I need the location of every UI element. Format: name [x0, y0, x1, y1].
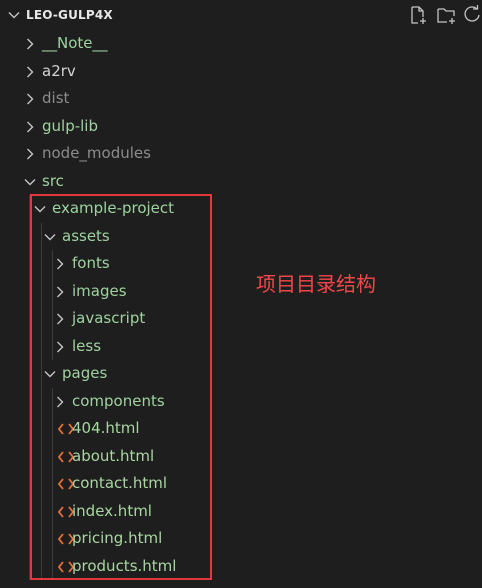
explorer-header[interactable]: LEO-GULP4X — [0, 0, 482, 30]
tree-item-label: __Note__ — [42, 34, 108, 52]
chevron-down-icon[interactable] — [22, 174, 38, 190]
chevron-right-icon[interactable] — [22, 36, 38, 52]
chevron-down-icon[interactable] — [6, 7, 22, 23]
new-folder-icon[interactable] — [436, 5, 456, 25]
chevron-right-icon[interactable] — [22, 64, 38, 80]
tree-item-label: node_modules — [42, 144, 151, 162]
highlight-box — [30, 194, 212, 580]
folder-item[interactable]: node_modules — [0, 140, 482, 168]
folder-item[interactable]: __Note__ — [0, 30, 482, 58]
tree-item-label: gulp-lib — [42, 116, 98, 135]
annotation-text: 项目目录结构 — [256, 272, 376, 296]
folder-item[interactable]: a2rv — [0, 58, 482, 86]
tree-item-label: dist — [42, 89, 70, 107]
chevron-right-icon[interactable] — [22, 91, 38, 107]
new-file-icon[interactable] — [408, 5, 428, 25]
tree-item-label: src — [42, 171, 64, 190]
folder-item[interactable]: dist — [0, 85, 482, 113]
refresh-icon[interactable] — [462, 5, 482, 25]
chevron-right-icon[interactable] — [22, 119, 38, 135]
folder-item[interactable]: gulp-lib — [0, 113, 482, 141]
folder-item[interactable]: src — [0, 168, 482, 196]
explorer-title: LEO-GULP4X — [26, 8, 113, 22]
tree-item-label: a2rv — [42, 61, 76, 80]
chevron-right-icon[interactable] — [22, 146, 38, 162]
